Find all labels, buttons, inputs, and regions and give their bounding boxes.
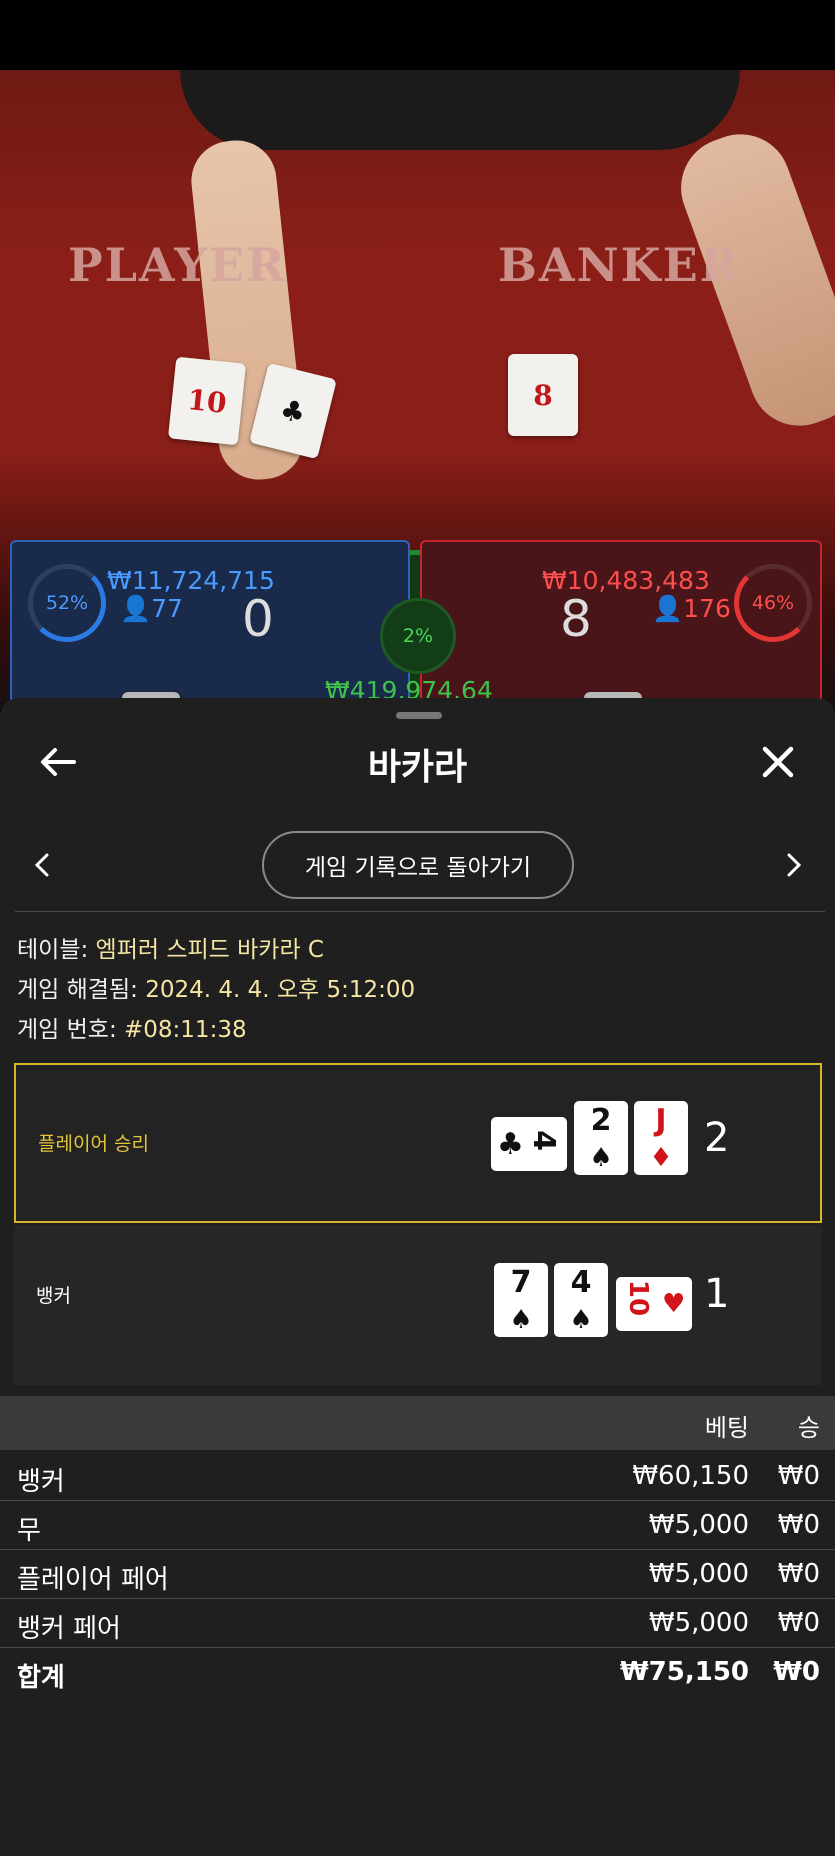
playing-card: 10 ♥ bbox=[616, 1277, 692, 1331]
info-table: 테이블: 엠퍼러 스피드 바카라 C bbox=[17, 937, 324, 963]
banker-result-label: 뱅커 bbox=[36, 1285, 71, 1307]
bets-table-header: 베팅 승 bbox=[0, 1396, 835, 1450]
banker-percent: 46% bbox=[734, 564, 812, 642]
banker-count: 👤176 bbox=[652, 594, 731, 623]
drag-handle[interactable] bbox=[396, 712, 442, 719]
bet-row: 무 ₩5,000 ₩0 bbox=[0, 1501, 835, 1550]
playing-card: 2 ♠ bbox=[574, 1101, 628, 1175]
player-result-label: 플레이어 승리 bbox=[38, 1133, 149, 1155]
status-bar bbox=[0, 0, 835, 70]
bet-row: 플레이어 페어 ₩5,000 ₩0 bbox=[0, 1550, 835, 1599]
banker-result-row: 뱅커 7 ♠ 4 ♠ 10 ♥ 1 bbox=[14, 1225, 822, 1385]
close-icon bbox=[762, 746, 794, 778]
player-result-row: 플레이어 승리 ♣ 4 2 ♠ J ♦ 2 bbox=[14, 1063, 822, 1223]
info-resolved: 게임 해결됨: 2024. 4. 4. 오후 5:12:00 bbox=[17, 977, 416, 1003]
sheet-title: 바카라 bbox=[367, 747, 468, 788]
dealer bbox=[180, 70, 740, 150]
player-count: 👤77 bbox=[120, 594, 183, 623]
back-to-history-button[interactable]: 게임 기록으로 돌아가기 bbox=[262, 831, 574, 899]
info-game-number: 게임 번호: #08:11:38 bbox=[17, 1017, 247, 1043]
banker-hand-total: 1 bbox=[704, 1271, 730, 1317]
table-card: 10 bbox=[167, 356, 247, 446]
win-column-header: 승 bbox=[797, 1414, 820, 1442]
game-history-sheet: 바카라 게임 기록으로 돌아가기 테이블: 엠퍼러 스피드 바카라 C 게임 해… bbox=[0, 698, 835, 1856]
player-percent: 52% bbox=[28, 564, 106, 642]
divider bbox=[15, 911, 825, 912]
prev-button[interactable] bbox=[28, 848, 56, 882]
player-score: 0 bbox=[242, 590, 274, 648]
playing-card: 7 ♠ bbox=[494, 1263, 548, 1337]
table-banker-label: BANKER bbox=[498, 238, 740, 292]
bet-row: 뱅커 페어 ₩5,000 ₩0 bbox=[0, 1599, 835, 1648]
playing-card: 4 ♠ bbox=[554, 1263, 608, 1337]
bet-total-row: 합계 ₩75,150 ₩0 bbox=[17, 1657, 820, 1693]
playing-card: ♣ 4 bbox=[491, 1117, 567, 1171]
user-icon: 👤 bbox=[652, 594, 684, 623]
bet-row: 뱅커 ₩60,150 ₩0 bbox=[0, 1452, 835, 1501]
chevron-right-icon bbox=[787, 853, 802, 877]
playing-card: J ♦ bbox=[634, 1101, 688, 1175]
player-hand-total: 2 bbox=[704, 1115, 730, 1161]
next-button[interactable] bbox=[780, 848, 808, 882]
close-button[interactable] bbox=[758, 742, 798, 782]
table-card: 8 bbox=[508, 354, 578, 436]
table-player-label: PLAYER bbox=[68, 238, 287, 292]
bet-column-header: 베팅 bbox=[704, 1414, 749, 1442]
user-icon: 👤 bbox=[120, 594, 152, 623]
banker-score: 8 bbox=[560, 590, 592, 648]
tie-percent: 2% bbox=[380, 598, 456, 674]
chevron-left-icon bbox=[34, 853, 49, 877]
